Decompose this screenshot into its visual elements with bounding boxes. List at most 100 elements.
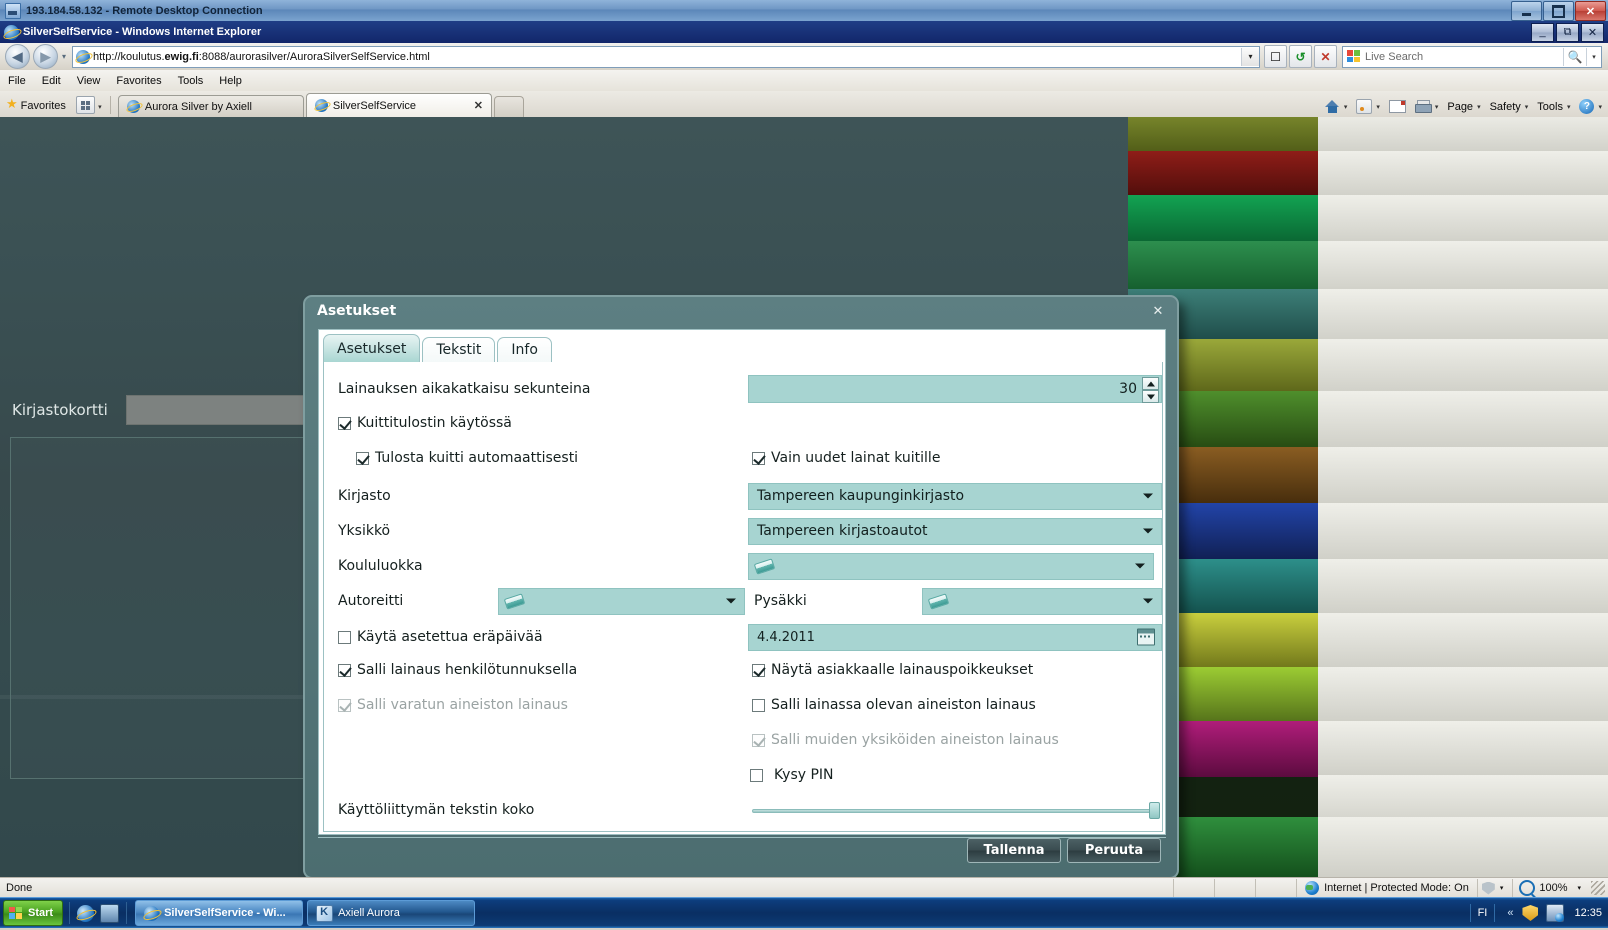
search-icon[interactable]: 🔍 [1563,47,1586,66]
checkbox-icon[interactable] [752,451,765,465]
checkbox-icon[interactable] [752,663,765,677]
address-dropdown-caret[interactable]: ▾ [1241,47,1259,66]
back-button[interactable]: ◀ [5,44,30,69]
clock[interactable]: 12:35 [1574,907,1602,919]
help-menu-caret[interactable]: ▾ [1598,103,1602,111]
checkbox-icon[interactable] [338,630,351,644]
eraser-icon[interactable] [503,593,527,610]
tools-menu[interactable]: Tools ▾ [1537,101,1570,113]
page-menu-caret[interactable]: ▾ [1477,103,1481,111]
start-button[interactable]: Start [3,900,64,926]
spin-up-icon[interactable] [1142,377,1159,390]
shield-caret[interactable]: ▾ [1500,884,1504,892]
chevron-down-icon[interactable] [726,598,736,604]
chevron-down-icon[interactable] [1143,528,1153,534]
textsize-slider[interactable] [752,800,1160,820]
checkbox-only-new-loans[interactable]: Vain uudet lainat kuitille [752,450,940,466]
menu-tools[interactable]: Tools [178,75,204,87]
home-button[interactable]: ▾ [1324,100,1348,113]
checkbox-print-auto[interactable]: Tulosta kuitti automaattisesti [356,450,748,466]
unit-dropdown[interactable]: Tampereen kirjastoautot [748,517,1162,545]
save-button[interactable]: Tallenna [967,838,1061,863]
help-menu[interactable]: ? ▾ [1579,99,1602,114]
recent-pages-caret[interactable]: ▾ [58,52,70,61]
calendar-icon[interactable] [1137,628,1155,646]
checkbox-use-duedate[interactable]: Käytä asetettua eräpäivää [338,629,738,645]
browser-close-button[interactable]: ✕ [1581,22,1604,42]
new-tab-button[interactable] [493,96,524,117]
tools-menu-caret[interactable]: ▾ [1567,103,1571,111]
browser-restore-button[interactable]: ⧉ [1556,22,1579,42]
stop-dropdown[interactable] [922,587,1162,615]
chevron-down-icon[interactable] [1135,563,1145,569]
browser-minimize-button[interactable]: _ [1531,22,1554,42]
safety-menu-caret[interactable]: ▾ [1525,103,1529,111]
address-input[interactable]: http://koulutus.ewig.fi:8088/aurorasilve… [72,45,1260,68]
checkbox-icon[interactable] [338,663,351,677]
checkbox-icon[interactable] [752,698,765,712]
schoolclass-dropdown[interactable] [748,552,1154,580]
show-hidden-icons-icon[interactable]: « [1507,907,1513,919]
checkbox-icon[interactable] [338,416,351,430]
menu-edit[interactable]: Edit [42,75,61,87]
menu-help[interactable]: Help [219,75,242,87]
favorites-label[interactable]: Favorites [21,100,66,112]
language-indicator[interactable]: FI [1478,907,1488,919]
feeds-caret[interactable]: ▾ [1376,103,1380,111]
refresh-icon[interactable]: ↺ [1289,45,1312,68]
settings-dialog-close-icon[interactable]: ✕ [1151,303,1165,318]
checkbox-ask-pin[interactable]: Kysy PIN [750,767,834,783]
search-provider-caret[interactable]: ▾ [1586,47,1601,66]
forward-button[interactable]: ▶ [33,44,58,69]
chevron-down-icon[interactable] [1143,598,1153,604]
print-caret[interactable]: ▾ [1435,103,1439,111]
route-dropdown[interactable] [498,587,745,615]
security-zone[interactable]: Internet | Protected Mode: On [1296,879,1477,897]
resize-grip[interactable] [1591,881,1605,895]
show-desktop-icon[interactable] [100,903,120,923]
tab-close-icon[interactable]: ✕ [460,99,483,112]
rdp-restore-button[interactable] [1543,1,1574,21]
duedate-field[interactable]: 4.4.2011 [748,623,1162,651]
tab-tekstit[interactable]: Tekstit [422,337,496,362]
print-button[interactable]: ▾ [1414,100,1439,113]
internet-explorer-icon[interactable] [77,904,95,922]
search-input[interactable]: Live Search 🔍 ▾ [1342,45,1602,68]
stop-icon[interactable]: ✕ [1314,45,1337,68]
zoom-caret[interactable]: ▾ [1577,884,1581,892]
security-shield-icon[interactable] [1522,905,1539,921]
favorites-bar-icon[interactable] [75,96,95,114]
favorites-star-icon[interactable]: ★ [6,96,18,112]
taskbar-item-axiell-aurora[interactable]: Axiell Aurora [307,900,476,926]
slider-thumb[interactable] [1149,802,1160,819]
eraser-icon[interactable] [927,593,951,610]
rdp-minimize-button[interactable] [1511,1,1542,21]
rdp-close-button[interactable]: ✕ [1575,1,1606,21]
chevron-down-icon[interactable] [1143,493,1153,499]
checkbox-show-exceptions[interactable]: Näytä asiakkaalle lainauspoikkeukset [752,662,1033,678]
protected-mode-button[interactable]: ▾ [1476,879,1513,897]
menu-favorites[interactable]: Favorites [116,75,161,87]
tab-info[interactable]: Info [497,337,552,362]
safety-menu[interactable]: Safety ▾ [1490,101,1529,113]
cancel-button[interactable]: Peruuta [1067,838,1161,863]
spin-down-icon[interactable] [1142,390,1159,403]
timeout-spinner[interactable]: 30 [748,375,1162,403]
checkbox-icon[interactable] [356,451,369,465]
mail-button[interactable] [1388,100,1406,113]
library-dropdown[interactable]: Tampereen kaupunginkirjasto [748,482,1162,510]
network-icon[interactable] [1546,904,1565,922]
compatibility-view-icon[interactable]: ☐ [1264,45,1287,68]
tab-asetukset[interactable]: Asetukset [323,334,421,362]
timeout-spin-buttons[interactable] [1142,377,1160,403]
favorites-bar-caret[interactable]: ▾ [95,103,105,111]
library-card-input[interactable] [125,395,328,425]
menu-file[interactable]: File [8,75,26,87]
home-caret[interactable]: ▾ [1344,103,1348,111]
zoom-control[interactable]: 100% ▾ [1512,879,1587,897]
menu-view[interactable]: View [77,75,101,87]
checkbox-allow-onloan[interactable]: Salli lainassa olevan aineiston lainaus [752,697,1036,713]
checkbox-allow-ssn[interactable]: Salli lainaus henkilötunnuksella [338,662,748,678]
page-menu[interactable]: Page ▾ [1447,101,1480,113]
checkbox-receipt-printer[interactable]: Kuittitulostin käytössä [338,415,512,431]
